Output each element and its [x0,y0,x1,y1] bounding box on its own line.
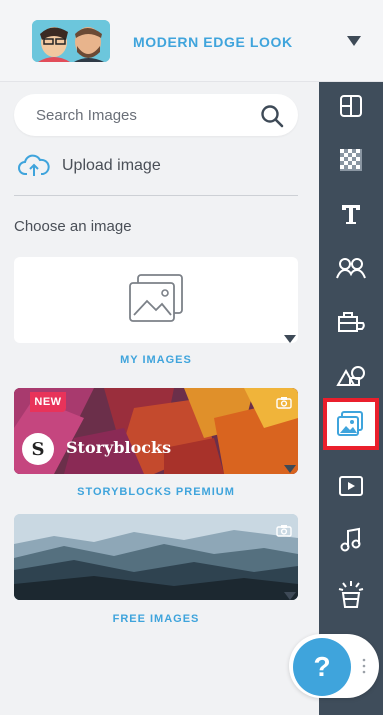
tool-background[interactable] [333,142,369,178]
search-icon[interactable] [259,103,285,129]
tool-video[interactable] [333,468,369,504]
upload-image-button[interactable]: Upload image [18,152,161,180]
my-images-tile[interactable] [14,257,298,343]
storyblocks-premium-label[interactable]: STORYBLOCKS PREMIUM [14,486,298,498]
tool-characters[interactable] [333,250,369,286]
my-images-caret-icon[interactable] [284,335,296,343]
help-widget: ? [289,634,379,698]
storyblocks-caret-icon[interactable] [284,465,296,473]
help-button[interactable]: ? [293,638,351,696]
theme-dropdown-caret-icon[interactable] [347,36,361,46]
choose-image-heading: Choose an image [14,218,132,235]
free-images-caret-icon[interactable] [284,592,296,600]
props-icon [338,312,365,332]
music-icon [340,527,361,552]
new-badge: NEW [30,392,66,412]
tool-shapes[interactable] [333,358,369,394]
tool-props[interactable] [333,304,369,340]
video-icon [339,476,363,496]
storyblocks-premium-tile[interactable]: NEW S Storyblocks [14,388,298,474]
free-images-tile[interactable] [14,514,298,600]
effects-icon [338,581,364,608]
svg-text:S: S [32,439,45,460]
more-options-icon[interactable] [362,658,366,674]
theme-name[interactable]: MODERN EDGE LOOK [133,34,293,50]
stacked-photos-icon [129,274,183,322]
characters-icon [336,258,366,279]
divider [14,195,298,196]
background-pattern-icon [340,149,362,171]
shapes-icon [336,366,365,386]
text-icon [342,205,360,224]
tool-music[interactable] [333,522,369,558]
search-input[interactable] [36,105,256,125]
mountain-landscape-image [14,514,298,600]
tool-effects[interactable] [333,576,369,612]
tool-images[interactable] [323,398,379,450]
layout-icon [340,95,362,117]
camera-icon [276,525,292,537]
avatar[interactable] [32,20,110,62]
right-toolbar [319,82,383,715]
free-images-label[interactable]: FREE IMAGES [14,613,298,625]
image-panel: Upload image Choose an image MY IMAGES N… [0,82,319,715]
tool-text[interactable] [333,196,369,232]
storyblocks-brand-text: Storyblocks [66,438,172,457]
my-images-label[interactable]: MY IMAGES [14,354,298,366]
tool-layout[interactable] [333,88,369,124]
search-box [14,94,298,136]
images-icon [337,411,363,436]
header: MODERN EDGE LOOK [0,0,383,82]
upload-image-label: Upload image [62,157,161,174]
storyblocks-logo-icon: S [22,433,54,465]
cloud-upload-icon [18,154,50,176]
camera-icon [276,397,292,409]
